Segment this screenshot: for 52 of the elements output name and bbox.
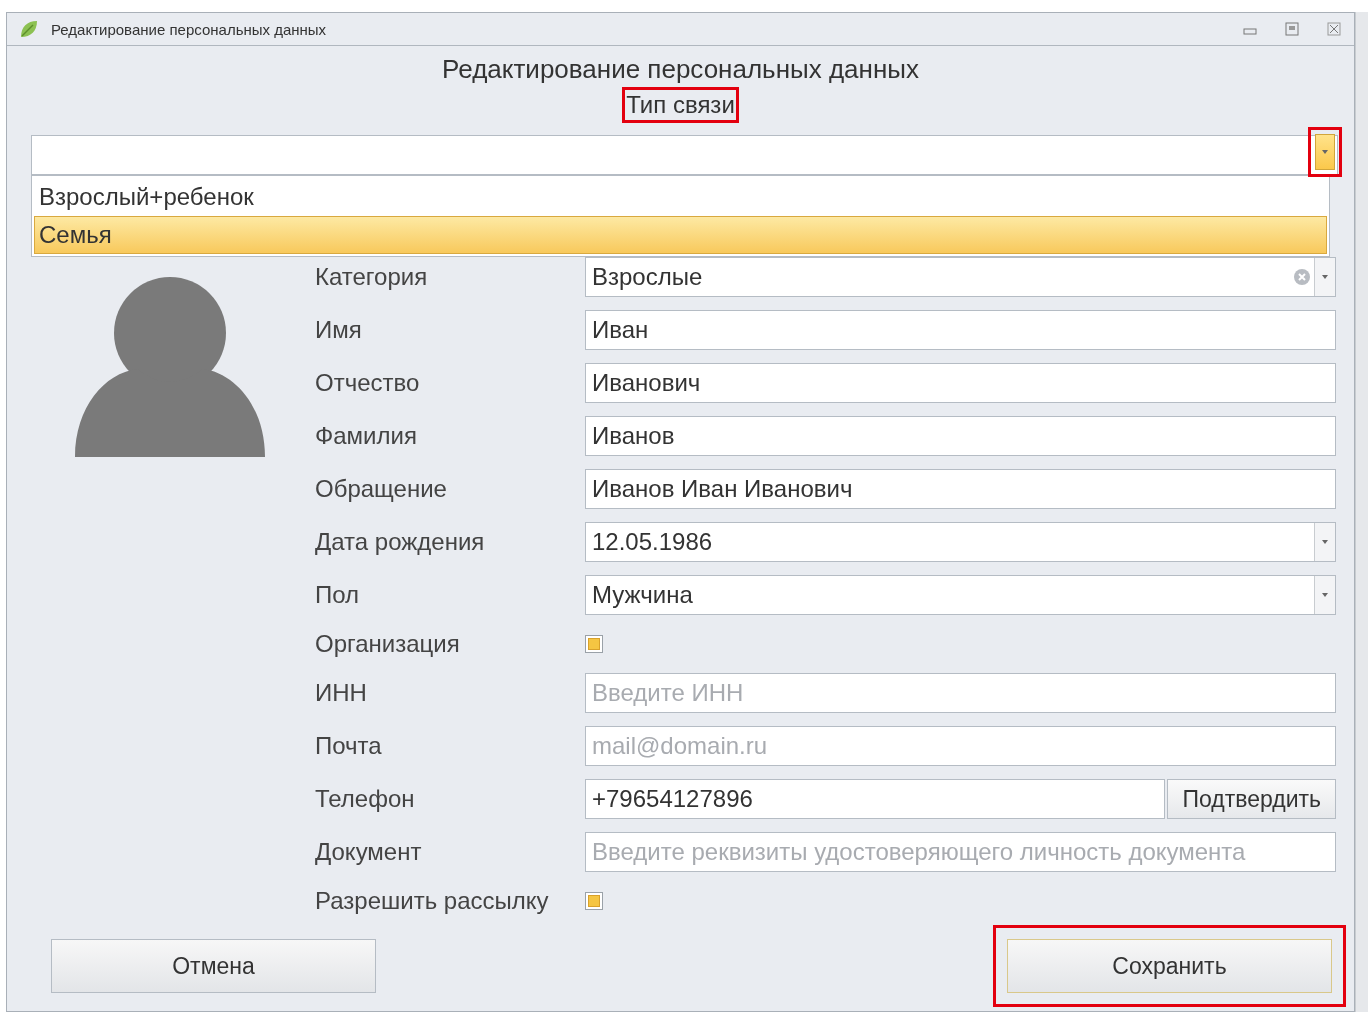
maximize-icon[interactable]: [1284, 21, 1300, 37]
dialog-heading: Редактирование персональных данных: [442, 54, 919, 85]
field-placeholder: mail@domain.ru: [591, 732, 769, 760]
field-label: Пол: [315, 581, 361, 609]
input-field[interactable]: Иванович: [585, 363, 1336, 403]
window-title: Редактирование персональных данных: [51, 20, 328, 38]
field-value: Иванович: [591, 369, 702, 397]
caret-icon: [1322, 593, 1328, 597]
phone-field[interactable]: +79654127896: [585, 779, 1166, 819]
field-value: Иван: [591, 316, 650, 344]
dropdown-field[interactable]: 12.05.1986: [585, 522, 1336, 562]
field-label: Разрешить рассылку: [315, 887, 550, 915]
caret-icon: [1322, 150, 1328, 154]
dropdown-option[interactable]: Взрослый+ребенок: [34, 178, 1327, 216]
field-label: Документ: [315, 838, 423, 866]
confirm-button[interactable]: Подтвердить: [1167, 779, 1336, 819]
field-value: Мужчина: [591, 581, 694, 609]
field-label: Организация: [315, 630, 461, 658]
field-label: Дата рождения: [315, 528, 486, 556]
field-label: Телефон: [315, 785, 416, 813]
field-placeholder: Введите реквизиты удостоверяющего личность документа: [591, 838, 1247, 866]
input-field[interactable]: Иванов: [585, 416, 1336, 456]
field-placeholder: Введите ИНН: [591, 679, 745, 707]
leaf-icon: [19, 19, 39, 39]
field-label: Имя: [315, 316, 363, 344]
field-label: Почта: [315, 732, 383, 760]
dropdown-option[interactable]: Семья: [34, 216, 1327, 254]
field-label: Фамилия: [315, 422, 418, 450]
checkbox[interactable]: [585, 635, 603, 653]
input-field[interactable]: Иван: [585, 310, 1336, 350]
cancel-button[interactable]: Отмена: [51, 939, 376, 993]
field-label: ИНН: [315, 679, 368, 707]
field-value: Иванов: [591, 422, 676, 450]
combo-field[interactable]: [31, 135, 1338, 175]
save-button[interactable]: Сохранить: [1007, 939, 1332, 993]
dropdown-button[interactable]: [1315, 134, 1335, 170]
field-label: Тип связи: [626, 91, 735, 119]
field-label: Категория: [315, 263, 429, 291]
field-value: Иванов Иван Иванович: [591, 475, 854, 503]
field-label: Обращение: [315, 475, 448, 503]
clear-icon[interactable]: [1294, 269, 1310, 285]
field-label: Отчество: [315, 369, 421, 397]
caret-icon: [1322, 275, 1328, 279]
close-icon[interactable]: [1326, 21, 1342, 37]
checkbox[interactable]: [585, 892, 603, 910]
field-value: +79654127896: [591, 785, 754, 813]
combo-field[interactable]: Взрослые: [585, 257, 1336, 297]
field-value: 12.05.1986: [591, 528, 714, 556]
dropdown-field[interactable]: Мужчина: [585, 575, 1336, 615]
caret-icon: [1322, 540, 1328, 544]
field-value: Взрослые: [591, 263, 704, 291]
input-field[interactable]: Иванов Иван Иванович: [585, 469, 1336, 509]
